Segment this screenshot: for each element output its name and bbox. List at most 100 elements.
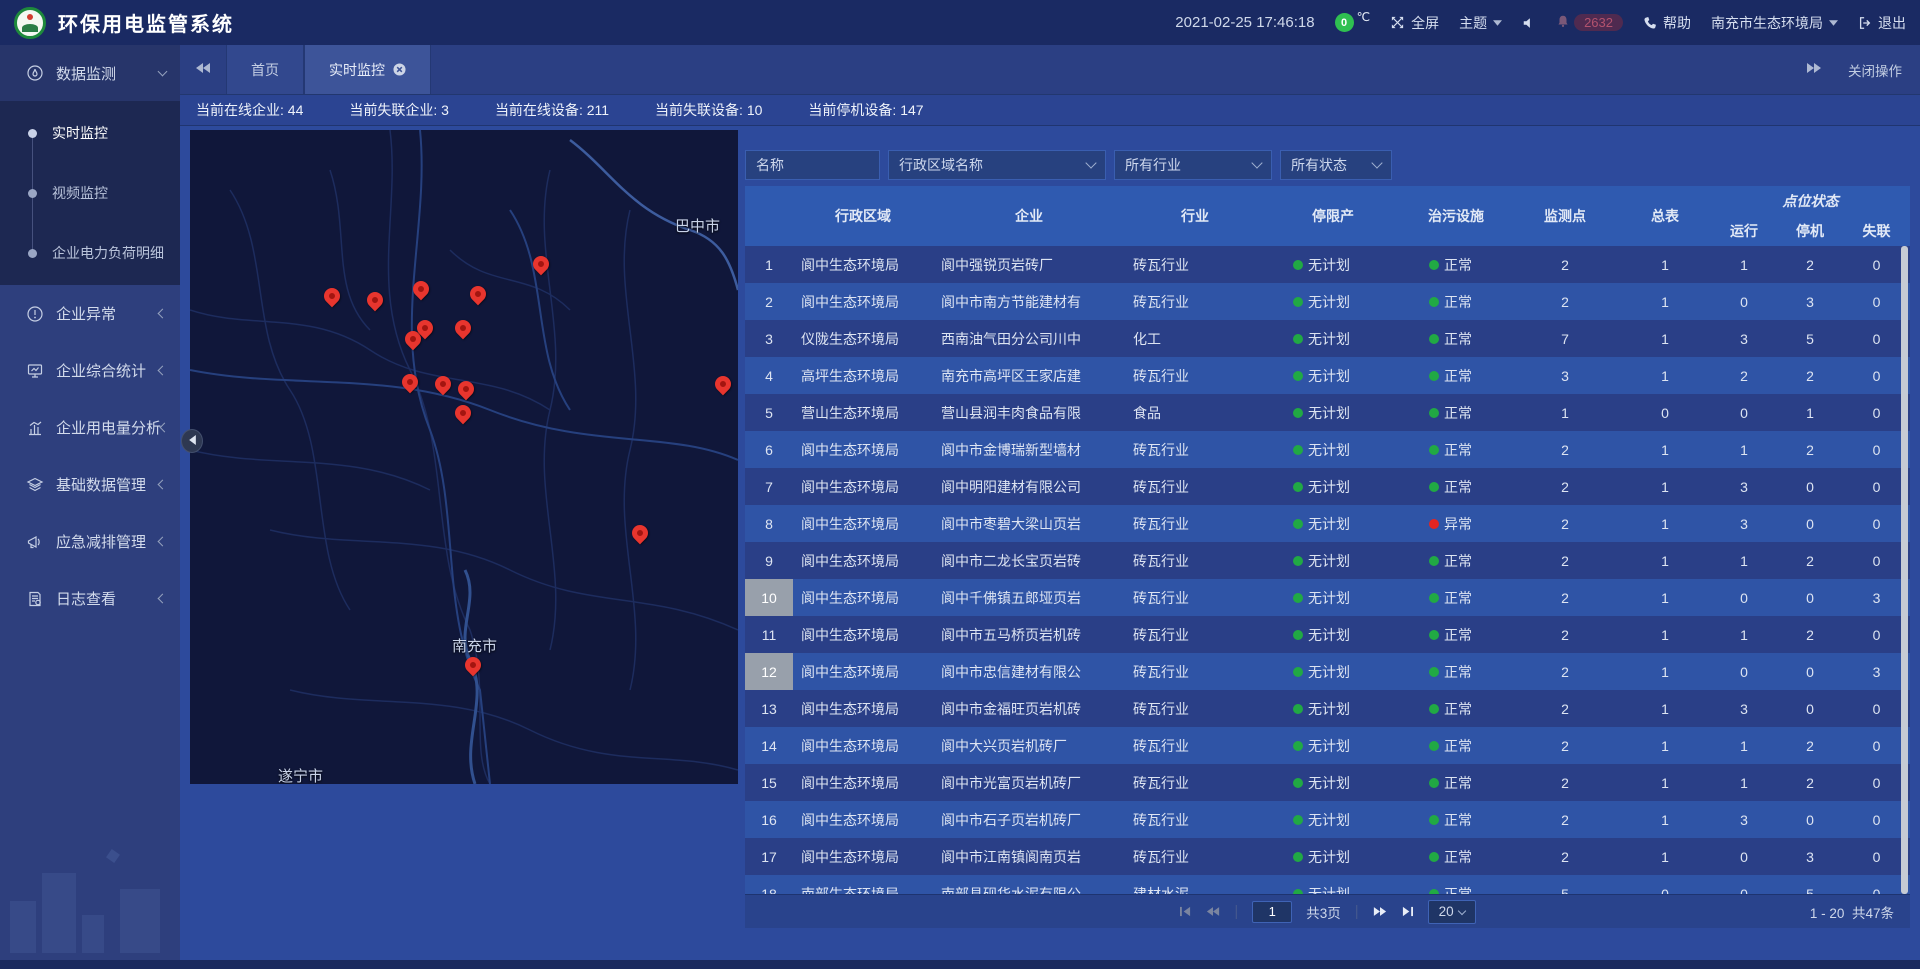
- sidebar-group-1[interactable]: 企业异常: [0, 285, 180, 342]
- chevron-left-icon: [158, 366, 168, 376]
- sidebar-item-企业电力负荷明细[interactable]: 企业电力负荷明细: [0, 223, 180, 283]
- table-row[interactable]: 15阆中生态环境局阆中市光富页岩机砖厂砖瓦行业无计划正常21120: [745, 764, 1910, 801]
- org-dropdown[interactable]: 南充市生态环境局: [1711, 13, 1838, 33]
- sidebar-group-4[interactable]: 基础数据管理: [0, 456, 180, 513]
- row-index-cell: 8: [745, 505, 793, 542]
- sidebar-collapse-button[interactable]: [181, 429, 203, 453]
- table-row[interactable]: 14阆中生态环境局阆中大兴页岩机砖厂砖瓦行业无计划正常21120: [745, 727, 1910, 764]
- close-operations-button[interactable]: 关闭操作: [1848, 60, 1902, 80]
- row-index-cell: 10: [745, 579, 793, 616]
- cell-company: 阆中市江南镇阆南页岩: [933, 838, 1125, 875]
- industry-select[interactable]: 所有行业: [1114, 150, 1272, 180]
- theme-dropdown[interactable]: 主题: [1459, 13, 1502, 33]
- cell-points: 2: [1511, 690, 1619, 727]
- cell-meters: 1: [1619, 801, 1711, 838]
- top-header: 环保用电监管系统 2021-02-25 17:46:18 0 ℃ 全屏 主题 2…: [0, 0, 1920, 45]
- cell-meters: 1: [1619, 542, 1711, 579]
- cell-industry: 砖瓦行业: [1125, 690, 1265, 727]
- table-row[interactable]: 6阆中生态环境局阆中市金博瑞新型墙材砖瓦行业无计划正常21120: [745, 431, 1910, 468]
- cell-meters: 0: [1619, 875, 1711, 894]
- sidebar-group-0[interactable]: 数据监测: [0, 45, 180, 101]
- tabs-scroll-right-button[interactable]: [1806, 61, 1822, 79]
- first-page-button[interactable]: [1179, 906, 1192, 917]
- table-row[interactable]: 8阆中生态环境局阆中市枣碧大梁山页岩砖瓦行业无计划异常21300: [745, 505, 1910, 542]
- cell-points: 2: [1511, 283, 1619, 320]
- tab-bar: 首页 实时监控 关闭操作: [180, 45, 1920, 95]
- bell-icon: [1556, 14, 1570, 31]
- table-row[interactable]: 5营山生态环境局营山县润丰肉食品有限食品无计划正常10010: [745, 394, 1910, 431]
- cell-limit-status: 无计划: [1265, 431, 1401, 468]
- sidebar-item-实时监控[interactable]: 实时监控: [0, 103, 180, 163]
- cell-meters: 1: [1619, 764, 1711, 801]
- cell-industry: 砖瓦行业: [1125, 579, 1265, 616]
- phone-icon: [1643, 16, 1657, 30]
- table-scrollbar[interactable]: [1901, 246, 1908, 894]
- sidebar-item-label: 企业电力负荷明细: [52, 243, 164, 263]
- tabs-scroll-left-button[interactable]: [180, 45, 226, 94]
- sidebar-group-6[interactable]: 日志查看: [0, 570, 180, 627]
- cell-points: 2: [1511, 727, 1619, 764]
- table-row[interactable]: 3仪陇生态环境局西南油气田分公司川中化工无计划正常71350: [745, 320, 1910, 357]
- cell-company: 阆中市枣碧大梁山页岩: [933, 505, 1125, 542]
- table-row[interactable]: 4高坪生态环境局南充市高坪区王家店建砖瓦行业无计划正常31220: [745, 357, 1910, 394]
- limit-text: 无计划: [1308, 884, 1350, 895]
- row-index-cell: 12: [745, 653, 793, 690]
- row-index-cell: 14: [745, 727, 793, 764]
- limit-text: 无计划: [1308, 551, 1350, 571]
- sidebar-group-3[interactable]: 企业用电量分析: [0, 399, 180, 456]
- cell-meters: 1: [1619, 357, 1711, 394]
- mute-button[interactable]: [1522, 16, 1536, 30]
- row-index-cell: 16: [745, 801, 793, 838]
- page-size-select[interactable]: 20: [1428, 900, 1476, 924]
- table-row[interactable]: 18南部生态环境局南部县砚华水泥有限公建材水泥无计划正常50050: [745, 875, 1910, 894]
- limit-text: 无计划: [1308, 292, 1350, 312]
- table-row[interactable]: 17阆中生态环境局阆中市江南镇阆南页岩砖瓦行业无计划正常21030: [745, 838, 1910, 875]
- cell-run: 1: [1711, 542, 1777, 579]
- status-select[interactable]: 所有状态: [1280, 150, 1392, 180]
- fullscreen-button[interactable]: 全屏: [1390, 13, 1439, 33]
- notifications-button[interactable]: 2632: [1556, 14, 1623, 31]
- tab-realtime-monitor[interactable]: 实时监控: [304, 45, 431, 94]
- status-dot-icon: [1293, 445, 1303, 455]
- sidebar-item-视频监控[interactable]: 视频监控: [0, 163, 180, 223]
- table-row[interactable]: 7阆中生态环境局阆中明阳建材有限公司砖瓦行业无计划正常21300: [745, 468, 1910, 505]
- table-row[interactable]: 10阆中生态环境局阆中千佛镇五郎垭页岩砖瓦行业无计划正常21003: [745, 579, 1910, 616]
- table-row[interactable]: 13阆中生态环境局阆中市金福旺页岩机砖砖瓦行业无计划正常21300: [745, 690, 1910, 727]
- facility-text: 正常: [1444, 699, 1472, 719]
- table-row[interactable]: 11阆中生态环境局阆中市五马桥页岩机砖砖瓦行业无计划正常21120: [745, 616, 1910, 653]
- stat-value: 147: [900, 102, 923, 118]
- logout-button[interactable]: 退出: [1858, 13, 1906, 33]
- sidebar-group-2[interactable]: 企业综合统计: [0, 342, 180, 399]
- table-row[interactable]: 12阆中生态环境局阆中市忠信建材有限公砖瓦行业无计划正常21003: [745, 653, 1910, 690]
- cell-run: 1: [1711, 764, 1777, 801]
- app-title: 环保用电监管系统: [58, 8, 234, 37]
- region-select[interactable]: 行政区域名称: [888, 150, 1106, 180]
- sidebar-group-5[interactable]: 应急减排管理: [0, 513, 180, 570]
- cell-lost: 0: [1843, 431, 1910, 468]
- prev-page-button[interactable]: [1206, 906, 1220, 917]
- stat-value: 3: [441, 102, 449, 118]
- pager-separator: |: [1355, 903, 1359, 920]
- help-button[interactable]: 帮助: [1643, 13, 1691, 33]
- logout-label: 退出: [1878, 13, 1906, 33]
- cell-lost: 0: [1843, 357, 1910, 394]
- close-icon[interactable]: [393, 63, 406, 76]
- table-row[interactable]: 1阆中生态环境局阆中强锐页岩砖厂砖瓦行业无计划正常21120: [745, 246, 1910, 283]
- limit-text: 无计划: [1308, 810, 1350, 830]
- table-row[interactable]: 16阆中生态环境局阆中市石子页岩机砖厂砖瓦行业无计划正常21300: [745, 801, 1910, 838]
- table-row[interactable]: 9阆中生态环境局阆中市二龙长宝页岩砖砖瓦行业无计划正常21120: [745, 542, 1910, 579]
- speaker-icon: [1522, 16, 1536, 30]
- cell-points: 5: [1511, 875, 1619, 894]
- stat-item: 当前失联设备10: [655, 100, 762, 120]
- next-page-button[interactable]: [1373, 906, 1387, 917]
- cell-points: 2: [1511, 764, 1619, 801]
- last-page-button[interactable]: [1401, 906, 1414, 917]
- page-number-input[interactable]: [1252, 901, 1292, 923]
- tab-home[interactable]: 首页: [226, 45, 304, 94]
- name-search-input[interactable]: [745, 150, 880, 180]
- table-row[interactable]: 2阆中生态环境局阆中市南方节能建材有砖瓦行业无计划正常21030: [745, 283, 1910, 320]
- facility-text: 正常: [1444, 477, 1472, 497]
- cell-run: 1: [1711, 727, 1777, 764]
- map-panel[interactable]: 巴中市南充市遂宁市: [190, 130, 738, 784]
- status-select-value: 所有状态: [1291, 155, 1347, 175]
